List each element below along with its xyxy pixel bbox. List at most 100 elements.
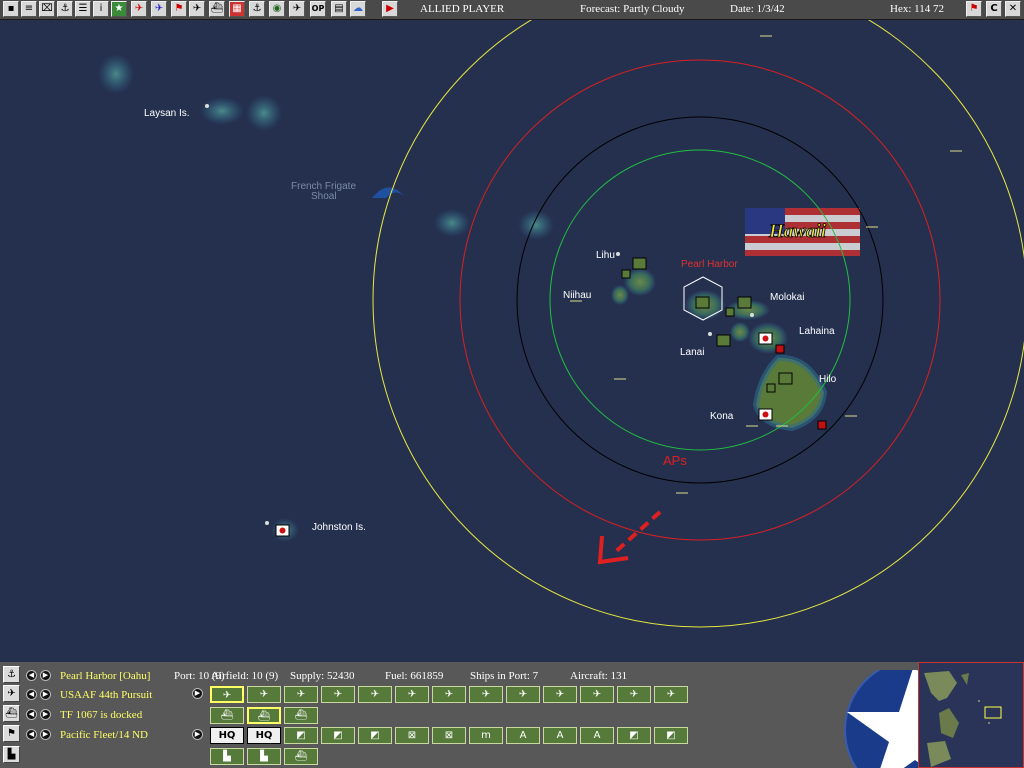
air-group-slot[interactable]: ✈ — [654, 686, 688, 703]
air-group-slot[interactable]: ✈ — [247, 686, 281, 703]
save-icon[interactable]: ▪ — [3, 1, 19, 17]
shoal — [518, 210, 554, 240]
lanai-island — [730, 322, 750, 342]
map-view[interactable]: Laysan Is. French Frigate Shoal Hawaii P… — [0, 20, 1024, 662]
aa-unit-slot[interactable]: A — [506, 727, 540, 744]
airbase-icon — [716, 334, 731, 347]
command-more-button[interactable]: ▶ — [192, 729, 203, 740]
aa-unit-slot[interactable]: A — [543, 727, 577, 744]
aps-label: APs — [663, 453, 687, 468]
aircraft-blue-icon[interactable]: ✈ — [151, 1, 167, 17]
prev-base-button[interactable]: ◀ — [26, 670, 37, 681]
task-force-status[interactable]: TF 1067 is docked — [60, 709, 142, 721]
flag-icon[interactable]: ⚑ — [966, 1, 982, 17]
report-icon[interactable]: ⌧ — [39, 1, 55, 17]
hq-unit-slot[interactable]: HQ — [210, 727, 244, 744]
play-icon[interactable]: ▶ — [382, 1, 398, 17]
prev-air-button[interactable]: ◀ — [26, 689, 37, 700]
hq-unit-slot[interactable]: HQ — [247, 727, 281, 744]
star-icon[interactable]: ★ — [111, 1, 127, 17]
air-group-slot[interactable]: ✈ — [543, 686, 577, 703]
aircraft-red-icon[interactable]: ✈ — [131, 1, 147, 17]
aa-unit-slot[interactable]: A — [580, 727, 614, 744]
air-unit-name[interactable]: USAAF 44th Pursuit — [60, 689, 152, 701]
unit-icon — [621, 269, 631, 279]
next-command-button[interactable]: ▶ — [40, 729, 51, 740]
air-group-slot[interactable]: ✈ — [321, 686, 355, 703]
base-markers — [205, 104, 827, 537]
op-icon[interactable]: OP — [310, 1, 326, 17]
land-unit-slot[interactable]: ◩ — [284, 727, 318, 744]
land-unit-slot[interactable]: ◩ — [654, 727, 688, 744]
base-info-panel: ⚓ ✈ ⛴ ⚑ ▙ ◀ ▶ ◀ ▶ ◀ ▶ ◀ ▶ Pearl Harbor [… — [0, 662, 1024, 768]
niihau-label: Niihau — [563, 290, 591, 301]
land-unit-slot[interactable]: ◩ — [617, 727, 651, 744]
grid-icon[interactable]: ▤ — [331, 1, 347, 17]
ship-slot[interactable]: ⛴ — [284, 707, 318, 724]
ship-icon[interactable]: ⛴ — [3, 705, 20, 722]
air-group-slot[interactable]: ✈ — [506, 686, 540, 703]
land-unit-slot[interactable]: ◩ — [321, 727, 355, 744]
factory-slot[interactable]: ⛴ — [284, 748, 318, 765]
hex-label: Hex: 114 72 — [890, 3, 944, 15]
unit-icon — [766, 383, 776, 393]
factory-slot[interactable]: ▙ — [210, 748, 244, 765]
molokai-label: Molokai — [770, 292, 804, 303]
engineer-unit-slot[interactable]: m — [469, 727, 503, 744]
convoy-icon[interactable]: ⚓ — [249, 1, 265, 17]
ship-slot[interactable]: ⛴ — [210, 707, 244, 724]
shoal — [434, 209, 470, 237]
next-base-button[interactable]: ▶ — [40, 670, 51, 681]
map-icon[interactable]: ▦ — [229, 1, 245, 17]
air-group-slot[interactable]: ✈ — [432, 686, 466, 703]
infantry-unit-slot[interactable]: ⊠ — [432, 727, 466, 744]
air-group-slot[interactable]: ✈ — [358, 686, 392, 703]
flag-icon[interactable]: ⚑ — [3, 725, 20, 742]
globe-icon[interactable]: ◉ — [269, 1, 285, 17]
land-unit-slot[interactable]: ◩ — [358, 727, 392, 744]
infantry-unit-slot[interactable]: ⊠ — [395, 727, 429, 744]
airbase-icon — [632, 257, 647, 270]
ship-icon[interactable]: ⚓ — [57, 1, 73, 17]
shoal — [98, 54, 134, 94]
map-canvas: Laysan Is. French Frigate Shoal Hawaii P… — [98, 20, 1024, 628]
air-group-slot[interactable]: ✈ — [580, 686, 614, 703]
prev-command-button[interactable]: ◀ — [26, 729, 37, 740]
next-air-button[interactable]: ▶ — [40, 689, 51, 700]
forecast-label: Forecast: Partly Cloudy — [580, 3, 685, 15]
enemy-unit-icon — [775, 344, 785, 354]
command-name[interactable]: Pacific Fleet/14 ND — [60, 729, 148, 741]
minimap[interactable] — [918, 662, 1024, 768]
plane2-icon[interactable]: ✈ — [289, 1, 305, 17]
document-icon[interactable]: ≡ — [21, 1, 37, 17]
air-group-slot[interactable]: ✈ — [284, 686, 318, 703]
next-tf-button[interactable]: ▶ — [40, 709, 51, 720]
ship-list-icon[interactable]: ⛴ — [209, 1, 225, 17]
anchor-icon[interactable]: ⚓ — [3, 666, 20, 683]
fuel-value: Fuel: 661859 — [385, 670, 444, 682]
plane-icon[interactable]: ✈ — [189, 1, 205, 17]
airbase-icon — [737, 296, 752, 309]
info-icon[interactable]: i — [93, 1, 109, 17]
air-group-slot[interactable]: ✈ — [395, 686, 429, 703]
air-group-slot[interactable]: ✈ — [469, 686, 503, 703]
air-unit-more-button[interactable]: ▶ — [192, 688, 203, 699]
air-group-slot[interactable]: ✈ — [210, 686, 244, 703]
list-icon[interactable]: ☰ — [75, 1, 91, 17]
airbase-icon — [778, 372, 793, 385]
range-ring-yellow — [372, 20, 1024, 628]
factory-slot[interactable]: ▙ — [247, 748, 281, 765]
prev-tf-button[interactable]: ◀ — [26, 709, 37, 720]
factory-icon[interactable]: ▙ — [3, 746, 20, 763]
base-name[interactable]: Pearl Harbor [Oahu] — [60, 670, 150, 682]
close-icon[interactable]: ✕ — [1005, 1, 1021, 17]
date-label: Date: 1/3/42 — [730, 3, 785, 15]
flag-icon[interactable]: ⚑ — [171, 1, 187, 17]
air-group-slot[interactable]: ✈ — [617, 686, 651, 703]
laysan-label: Laysan Is. — [144, 108, 190, 119]
ship-slot[interactable]: ⛴ — [247, 707, 281, 724]
cloud-icon[interactable]: ☁ — [350, 1, 366, 17]
unit-icon — [725, 307, 735, 317]
aircraft-icon[interactable]: ✈ — [3, 685, 20, 702]
c-icon[interactable]: C — [986, 1, 1002, 17]
